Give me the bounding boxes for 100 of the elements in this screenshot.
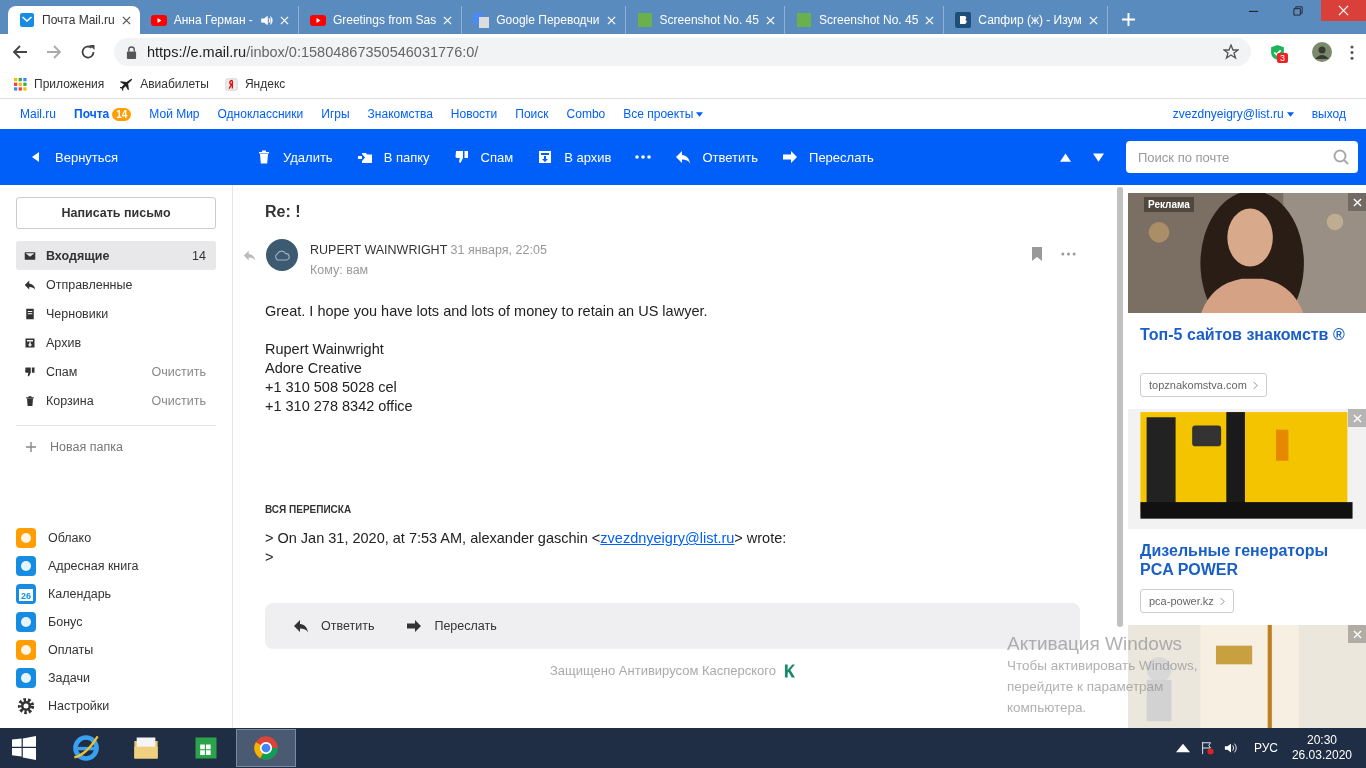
action-button[interactable]: В папку bbox=[350, 143, 436, 171]
browser-tab[interactable]: Greetings from Sas bbox=[298, 6, 463, 34]
restore-icon[interactable] bbox=[1293, 5, 1304, 16]
signature-line: Adore Creative bbox=[265, 359, 363, 378]
reply-bar-button[interactable]: Ответить bbox=[289, 614, 379, 638]
bookmark-icon[interactable] bbox=[1031, 247, 1043, 261]
action-button[interactable]: В архив bbox=[531, 143, 618, 171]
arrow-down-icon[interactable] bbox=[1093, 152, 1104, 162]
clock[interactable]: 20:30 26.03.2020 bbox=[1291, 733, 1352, 763]
reply-icon bbox=[24, 278, 36, 291]
portal-link[interactable]: Mail.ru bbox=[20, 107, 56, 121]
new-folder-link[interactable]: Новая папка bbox=[16, 434, 216, 460]
app-link[interactable]: Настройки bbox=[16, 696, 216, 716]
more-icon[interactable] bbox=[1061, 252, 1076, 256]
portal-link[interactable]: Одноклассники bbox=[217, 107, 304, 121]
grid-icon bbox=[14, 77, 27, 91]
bookmark[interactable]: Приложения bbox=[14, 77, 105, 91]
tab-title: Screenshot No. 45 bbox=[818, 13, 919, 27]
browser-tab[interactable]: Сапфир (ж) - Изум bbox=[944, 6, 1108, 34]
folder-item[interactable]: Отправленные bbox=[16, 270, 216, 299]
caret-up-icon[interactable] bbox=[1175, 741, 1190, 755]
folder-item[interactable]: Входящие 14 bbox=[16, 241, 216, 270]
star-icon[interactable] bbox=[1223, 44, 1239, 60]
browser-tab[interactable]: Почта Mail.ru bbox=[8, 6, 140, 34]
back-arrow-icon[interactable] bbox=[12, 44, 28, 60]
lock-icon bbox=[126, 45, 137, 59]
folder-item[interactable]: Архив bbox=[16, 328, 216, 357]
shield-extension[interactable]: 3 bbox=[1269, 43, 1286, 61]
ad-domain-link[interactable]: topznakomstva.com bbox=[1140, 373, 1267, 397]
browser-tab[interactable]: Анна Герман - bbox=[139, 6, 299, 34]
forward-icon bbox=[406, 618, 423, 634]
account-link[interactable]: zvezdnyeigry@list.ru bbox=[1172, 107, 1294, 121]
folder-item[interactable]: Черновики bbox=[16, 299, 216, 328]
tab-title: Screenshot No. 45 bbox=[659, 13, 759, 27]
search-field[interactable]: Поиск по почте bbox=[1126, 141, 1358, 173]
portal-link[interactable]: Знакомства bbox=[367, 107, 433, 121]
flag-icon[interactable] bbox=[1199, 741, 1214, 755]
action-button[interactable]: Переслать bbox=[776, 143, 880, 171]
scrollbar[interactable] bbox=[1117, 187, 1123, 627]
reload-icon[interactable] bbox=[80, 44, 96, 60]
app-label: Облако bbox=[48, 531, 92, 545]
portal-link[interactable]: Новости bbox=[450, 107, 498, 121]
action-button[interactable]: Удалить bbox=[250, 143, 339, 171]
chevron-right-icon bbox=[1219, 596, 1225, 606]
clear-link[interactable]: Очистить bbox=[151, 393, 206, 408]
browser-tab[interactable]: Screenshot No. 45 bbox=[625, 6, 785, 34]
browser-tab[interactable]: Google Переводчи bbox=[462, 6, 626, 34]
arrow-up-icon[interactable] bbox=[1060, 152, 1071, 162]
portal-link[interactable]: Почта 14 bbox=[74, 107, 132, 121]
ad-title[interactable]: Топ-5 сайтов знакомств ® bbox=[1128, 313, 1366, 369]
forward-icon bbox=[782, 149, 799, 165]
app-link[interactable]: Оплаты bbox=[16, 640, 216, 660]
app-link[interactable]: Задачи bbox=[16, 668, 216, 688]
back-button[interactable]: Вернуться bbox=[22, 143, 250, 171]
logout-link[interactable]: выход bbox=[1311, 107, 1346, 121]
quoted-text: > bbox=[265, 548, 275, 567]
portal-link[interactable]: Все проекты bbox=[623, 107, 704, 121]
thumbs-down-icon bbox=[24, 365, 36, 378]
clear-link[interactable]: Очистить bbox=[151, 364, 206, 379]
app-link[interactable]: Облако bbox=[16, 528, 216, 548]
app-label: Календарь bbox=[48, 587, 112, 601]
folder-item[interactable]: Корзина Очистить bbox=[16, 386, 216, 415]
portal-link[interactable]: Combo bbox=[566, 107, 606, 121]
chrome-icon bbox=[252, 734, 280, 762]
plus-icon[interactable] bbox=[1121, 13, 1135, 26]
archive-icon bbox=[24, 336, 36, 349]
speaker-icon[interactable] bbox=[1223, 741, 1238, 755]
portal-link[interactable]: Игры bbox=[321, 107, 350, 121]
address-field[interactable]: https://e.mail.ru/inbox/0:15804867350546031776:0/ bbox=[114, 38, 1251, 66]
app-link[interactable]: Адресная книга bbox=[16, 556, 216, 576]
signature-line: +1 310 278 8342 office bbox=[265, 397, 414, 416]
sender-name[interactable]: RUPERT WAINWRIGHT bbox=[310, 243, 448, 257]
portal-link[interactable]: Поиск bbox=[515, 107, 549, 121]
tab-title: Google Переводчи bbox=[496, 13, 600, 27]
notification-count: 3 bbox=[1277, 52, 1288, 63]
email-subject: Re: ! bbox=[265, 203, 302, 221]
app-link[interactable]: Бонус bbox=[16, 612, 216, 632]
square-icon bbox=[795, 12, 812, 28]
email-link[interactable]: zvezdnyeigry@list.ru bbox=[600, 530, 735, 546]
tab-title: Почта Mail.ru bbox=[42, 13, 115, 27]
profile-avatar-icon[interactable] bbox=[1312, 42, 1332, 62]
ad-title[interactable]: Дизельные генераторы PCA POWER bbox=[1128, 529, 1366, 585]
portal-link[interactable]: Мой Мир bbox=[149, 107, 200, 121]
close-button[interactable] bbox=[1348, 193, 1366, 211]
compose-button[interactable]: Написать письмо bbox=[16, 197, 216, 229]
windows-logo-icon[interactable] bbox=[12, 736, 36, 760]
folder-item[interactable]: Спам Очистить bbox=[16, 357, 216, 386]
ad-domain-link[interactable]: pca-power.kz bbox=[1140, 589, 1234, 613]
browser-e-icon bbox=[72, 734, 100, 762]
close-icon[interactable] bbox=[121, 15, 131, 25]
menu-icon[interactable] bbox=[1350, 44, 1354, 60]
app-link[interactable]: 26 Календарь bbox=[16, 584, 216, 604]
action-button[interactable]: Ответить bbox=[669, 143, 765, 171]
bookmark[interactable]: Авиабилеты bbox=[120, 77, 209, 91]
action-button[interactable]: Спам bbox=[447, 143, 520, 171]
browser-tab[interactable]: Screenshot No. 45 bbox=[784, 6, 945, 34]
recipient-line: Кому: вам bbox=[310, 262, 370, 278]
language-indicator[interactable]: РУС bbox=[1253, 741, 1278, 755]
bookmark[interactable]: Яндекс bbox=[224, 77, 286, 91]
reply-bar-button[interactable]: Переслать bbox=[402, 614, 501, 638]
